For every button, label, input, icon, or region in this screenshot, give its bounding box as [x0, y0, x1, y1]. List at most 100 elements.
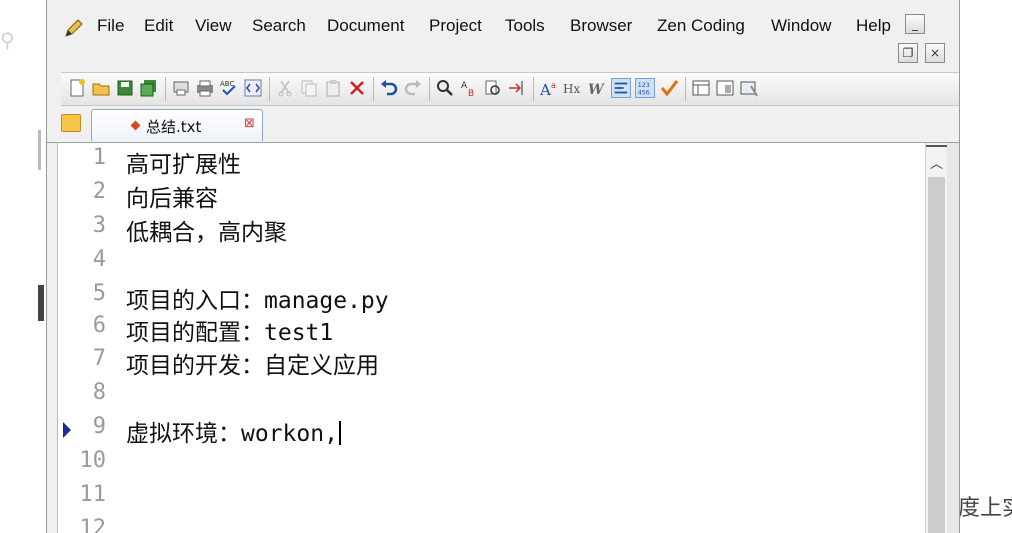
print-preview-icon[interactable]	[171, 78, 191, 98]
menu-tools[interactable]: Tools	[505, 16, 545, 36]
menu-browser[interactable]: Browser	[570, 16, 632, 36]
save-icon[interactable]	[115, 78, 135, 98]
toolbar: ABC AB Aa Hx W 123 456	[61, 72, 959, 106]
html-tag-icon[interactable]: Hx	[563, 78, 583, 98]
save-all-icon[interactable]	[139, 78, 159, 98]
background-fragment	[38, 285, 44, 321]
text-caret	[338, 421, 341, 445]
menu-file[interactable]: File	[97, 16, 124, 36]
scroll-up-icon[interactable]: ︿	[930, 153, 943, 172]
line-text: 向后兼容	[126, 186, 218, 212]
editor-line: 2 向后兼容	[58, 179, 926, 213]
delete-icon[interactable]	[347, 78, 367, 98]
line-number: 8	[92, 380, 106, 405]
line-text: 项目的入口：manage.py	[126, 288, 389, 314]
font-size-icon[interactable]: Aa	[539, 78, 559, 98]
svg-text:ABC: ABC	[220, 80, 234, 88]
menu-project[interactable]: Project	[429, 16, 482, 36]
svg-text:A: A	[461, 81, 468, 91]
modified-indicator-icon	[130, 120, 141, 131]
line-text: 高可扩展性	[126, 152, 241, 178]
line-numbers-icon[interactable]: 123456	[635, 78, 655, 98]
window-border	[947, 143, 959, 533]
tab-close-icon[interactable]: ⊠	[244, 116, 255, 131]
line-number: 6	[92, 313, 106, 338]
editor-window: File Edit View Search Document Project T…	[46, 0, 960, 533]
line-number: 4	[92, 247, 106, 272]
tab-label: 总结.txt	[146, 118, 202, 136]
word-wrap-icon[interactable]	[611, 78, 631, 98]
line-number: 2	[92, 179, 106, 204]
find-icon[interactable]	[435, 78, 455, 98]
pencil-icon	[65, 19, 83, 37]
line-number: 1	[92, 145, 106, 170]
menu-zen-coding[interactable]: Zen Coding	[657, 16, 745, 36]
editor-line: 12	[58, 516, 926, 533]
goto-line-icon[interactable]	[507, 78, 527, 98]
svg-text:Hx: Hx	[563, 82, 580, 96]
editor-line: 8	[58, 380, 926, 414]
close-button[interactable]: ×	[925, 43, 945, 63]
redo-icon[interactable]	[403, 78, 423, 98]
text-editor[interactable]: 1 高可扩展性 2 向后兼容 3 低耦合，高内聚 4 5 项目的入口：manag…	[57, 143, 926, 533]
tab-bar: 总结.txt ⊠	[47, 106, 959, 143]
folder-icon[interactable]	[61, 114, 81, 132]
svg-text:456: 456	[638, 89, 650, 96]
find-in-files-icon[interactable]	[483, 78, 503, 98]
line-text: 项目的开发：自定义应用	[126, 353, 379, 379]
tab-file[interactable]: 总结.txt ⊠	[91, 109, 263, 141]
editor-line: 11	[58, 482, 926, 516]
bold-word-icon[interactable]: W	[587, 78, 607, 98]
menu-edit[interactable]: Edit	[144, 16, 173, 36]
line-text: 低耦合，高内聚	[126, 220, 287, 246]
line-number: 3	[92, 213, 106, 238]
menu-window[interactable]: Window	[771, 16, 831, 36]
checkmark-icon[interactable]	[659, 78, 679, 98]
paste-icon[interactable]	[323, 78, 343, 98]
new-file-icon[interactable]	[67, 78, 87, 98]
svg-text:a: a	[551, 81, 556, 90]
line-number: 12	[79, 516, 107, 533]
editor-line: 6 项目的配置：test1	[58, 313, 926, 347]
line-number: 10	[79, 448, 107, 473]
menu-document[interactable]: Document	[327, 16, 404, 36]
svg-text:A: A	[539, 81, 551, 98]
editor-line: 4	[58, 247, 926, 281]
menu-bar: File Edit View Search Document Project T…	[47, 8, 959, 42]
layout-icon[interactable]	[715, 78, 735, 98]
menu-view[interactable]: View	[195, 16, 232, 36]
svg-text:123: 123	[638, 82, 650, 89]
line-number: 9	[92, 414, 106, 439]
print-icon[interactable]	[195, 78, 215, 98]
line-text-with-caret: 虚拟环境：workon,	[126, 414, 341, 448]
cut-icon[interactable]	[275, 78, 295, 98]
editor-line-current: 9 虚拟环境：workon,	[58, 414, 926, 448]
replace-icon[interactable]: AB	[459, 78, 479, 98]
menu-help[interactable]: Help	[856, 16, 891, 36]
panel-icon[interactable]	[691, 78, 711, 98]
line-text: 虚拟环境：workon,	[126, 421, 338, 447]
undo-icon[interactable]	[379, 78, 399, 98]
restore-button[interactable]: ❐	[898, 43, 918, 63]
spellcheck-icon[interactable]: ABC	[219, 78, 239, 98]
editor-line: 7 项目的开发：自定义应用	[58, 346, 926, 380]
editor-line: 5 项目的入口：manage.py	[58, 281, 926, 315]
editor-line: 1 高可扩展性	[58, 145, 926, 179]
minimize-button[interactable]: _	[905, 14, 925, 34]
line-number: 11	[79, 482, 107, 507]
background-search-glyph: ⚲	[0, 28, 15, 52]
menu-search[interactable]: Search	[252, 16, 306, 36]
vertical-scrollbar[interactable]: ︿	[925, 143, 948, 533]
background-text: 度上实	[958, 496, 1012, 521]
browser-preview-icon[interactable]	[739, 78, 759, 98]
open-folder-icon[interactable]	[91, 78, 111, 98]
scrollbar-thumb[interactable]	[928, 177, 945, 533]
svg-text:B: B	[468, 89, 474, 98]
background-fragment	[38, 130, 41, 170]
line-number: 7	[92, 346, 106, 371]
svg-text:W: W	[588, 82, 605, 98]
code-icon[interactable]	[243, 78, 263, 98]
line-number: 5	[92, 281, 106, 306]
scrollbar-edge	[926, 145, 948, 147]
copy-icon[interactable]	[299, 78, 319, 98]
